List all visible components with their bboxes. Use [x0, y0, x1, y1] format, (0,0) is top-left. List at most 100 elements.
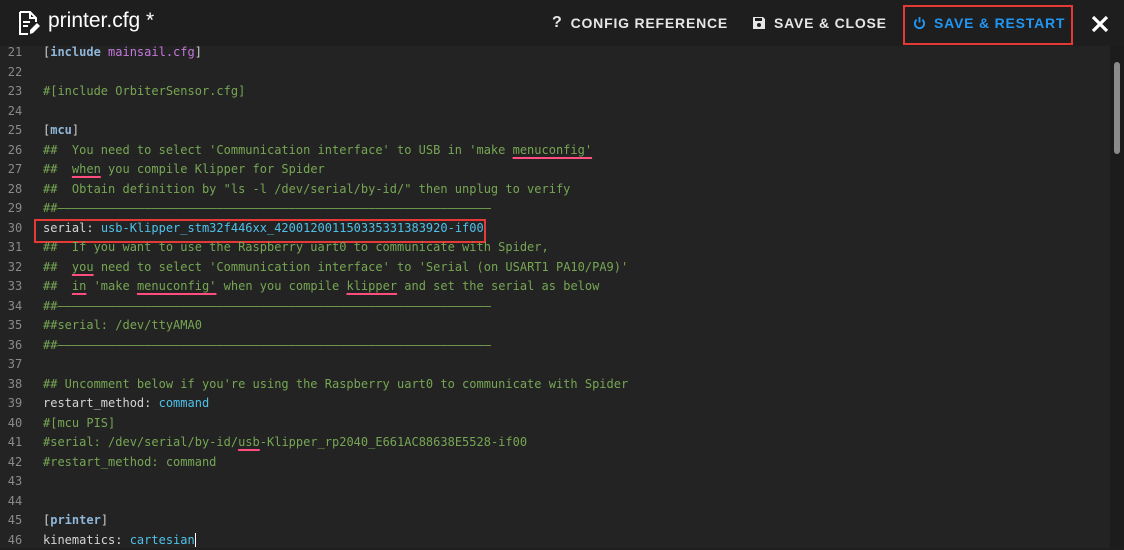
code-token: and set the serial as below [397, 279, 600, 293]
code-line[interactable]: 24 [0, 102, 1110, 121]
text-cursor [194, 533, 196, 547]
code-line[interactable]: 29 ##————————————————————————————————————… [0, 199, 1110, 218]
code-line[interactable]: 42 #restart_method: command [0, 453, 1110, 472]
config-reference-button[interactable]: ? CONFIG REFERENCE [552, 13, 728, 33]
line-code: ## you need to select 'Communication int… [43, 258, 628, 277]
code-token: ##——————————————————————————————————————… [43, 201, 491, 215]
code-token: kinematics [43, 532, 116, 547]
code-token: : [144, 396, 159, 410]
help-icon: ? [552, 14, 563, 31]
line-number: 29 [7, 201, 23, 215]
code-line[interactable]: 38 ## Uncomment below if you're using the… [0, 375, 1110, 394]
line-number: 35 [7, 318, 23, 332]
line-number: 31 [7, 240, 23, 254]
code-line[interactable]: 22 [0, 63, 1110, 82]
editor-scrollbar[interactable] [1110, 46, 1124, 548]
code-line[interactable]: 32 ## you need to select 'Communication i… [0, 258, 1110, 277]
file-edit-icon [19, 11, 40, 35]
code-line[interactable]: 30 serial: usb-Klipper_stm32f446xx_420012… [0, 219, 1110, 238]
code-line[interactable]: 21 [include mainsail.cfg] [0, 43, 1110, 62]
code-line[interactable]: 23 #[include OrbiterSensor.cfg] [0, 82, 1110, 101]
line-number: 45 [7, 513, 23, 527]
restart-icon [913, 16, 926, 29]
save-restart-button[interactable]: SAVE & RESTART [913, 13, 1065, 33]
line-code: #serial: /dev/serial/by-id/usb-Klipper_r… [43, 433, 527, 452]
code-token: ## If you want to use the Raspberry uart… [43, 240, 549, 254]
code-line[interactable]: 43 [0, 472, 1110, 491]
line-number: 37 [7, 357, 23, 371]
line-number: 26 [7, 142, 23, 157]
code-line[interactable]: 41 #serial: /dev/serial/by-id/usb-Klipper… [0, 433, 1110, 452]
code-line[interactable]: 25 [mcu] [0, 121, 1110, 140]
code-line[interactable]: 34 ##————————————————————————————————————… [0, 297, 1110, 316]
code-token: -Klipper_rp2040_E661AC88638E5528-if00 [259, 435, 528, 449]
save-close-button[interactable]: SAVE & CLOSE [752, 13, 887, 33]
code-line[interactable]: 39 restart_method: command [0, 394, 1110, 413]
line-number: 41 [7, 435, 23, 449]
code-token: mcu [50, 123, 72, 137]
code-token: ## Obtain definition by "ls -l /dev/seri… [43, 181, 571, 196]
code-line[interactable]: 45 [printer] [0, 511, 1110, 530]
save-close-label: SAVE & CLOSE [774, 15, 887, 31]
code-token: you [71, 259, 94, 274]
code-line[interactable]: 36 ##————————————————————————————————————… [0, 336, 1110, 355]
line-number: 39 [7, 396, 23, 410]
close-icon[interactable] [1088, 12, 1112, 36]
line-code: ##serial: /dev/ttyAMA0 [43, 316, 202, 335]
line-code: ##——————————————————————————————————————… [43, 297, 491, 316]
code-token: : [86, 220, 101, 235]
save-restart-label: SAVE & RESTART [934, 15, 1066, 31]
code-token: #[include OrbiterSensor.cfg] [43, 84, 246, 98]
code-editor[interactable]: 21 [include mainsail.cfg] 22 23 #[include Or… [0, 43, 1124, 550]
line-code: #[include OrbiterSensor.cfg] [43, 82, 245, 101]
code-token: #[mcu PIS] [43, 415, 116, 430]
code-line[interactable]: 31 ## If you want to use the Raspberry ua… [0, 238, 1110, 257]
line-number: 21 [7, 45, 23, 59]
code-line[interactable]: 37 [0, 355, 1110, 374]
code-line[interactable]: 46 kinematics: cartesian [0, 531, 1110, 550]
code-token: when you compile [216, 279, 347, 293]
line-code: ## You need to select 'Communication int… [43, 141, 592, 160]
code-line[interactable]: 40 #[mcu PIS] [0, 414, 1110, 433]
code-line[interactable]: 28 ## Obtain definition by "ls -l /dev/se… [0, 180, 1110, 199]
code-token: #restart_method: command [43, 454, 217, 469]
line-number: 46 [7, 532, 23, 547]
code-token: in [71, 279, 87, 293]
code-token: : [115, 532, 130, 547]
line-number: 22 [7, 64, 23, 79]
line-number: 42 [7, 454, 23, 469]
line-code: [mcu] [43, 121, 79, 140]
code-line[interactable]: 26 ## You need to select 'Communication i… [0, 141, 1110, 160]
code-token: mainsail.cfg [100, 45, 195, 59]
line-number: 36 [7, 337, 23, 352]
line-code: kinematics: cartesian [43, 531, 196, 550]
line-code: #restart_method: command [43, 453, 216, 472]
code-token: ## You need to select 'Communication int… [43, 142, 513, 157]
code-token: serial [43, 220, 87, 235]
code-token: restart_method [43, 396, 145, 410]
code-token: ##——————————————————————————————————————… [43, 298, 491, 313]
scrollbar-thumb[interactable] [1114, 62, 1120, 154]
code-line[interactable]: 44 [0, 492, 1110, 511]
code-token: ##——————————————————————————————————————… [43, 337, 491, 352]
code-token: ## [43, 162, 72, 176]
save-icon [753, 17, 765, 29]
line-code: ## Obtain definition by "ls -l /dev/seri… [43, 180, 570, 199]
line-number: 32 [7, 259, 23, 274]
line-number: 24 [7, 103, 23, 118]
code-token: include [50, 45, 101, 59]
line-code: #[mcu PIS] [43, 414, 115, 433]
code-line[interactable]: 35 ##serial: /dev/ttyAMA0 [0, 316, 1110, 335]
line-number: 43 [7, 474, 23, 488]
line-number: 27 [7, 162, 23, 176]
line-code: ## If you want to use the Raspberry uart… [43, 238, 549, 257]
code-token: menuconfig' [136, 279, 217, 293]
code-token: 'make [86, 279, 137, 293]
code-token: command [158, 396, 210, 410]
line-number: 34 [7, 298, 23, 313]
line-number: 38 [7, 376, 23, 391]
line-number: 33 [7, 279, 23, 293]
line-code: restart_method: command [43, 394, 209, 413]
code-line[interactable]: 27 ## when you compile Klipper for Spider [0, 160, 1110, 179]
code-line[interactable]: 33 ## in 'make menuconfig' when you compi… [0, 277, 1110, 296]
